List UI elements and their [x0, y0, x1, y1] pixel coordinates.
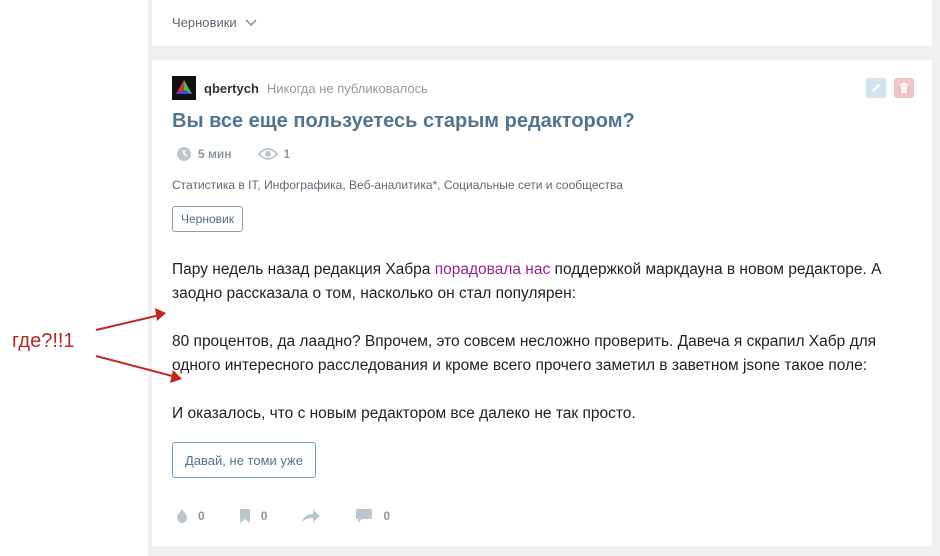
arrow-up [95, 308, 166, 331]
arrow-down [95, 355, 182, 383]
annotation-arrows [95, 308, 182, 383]
